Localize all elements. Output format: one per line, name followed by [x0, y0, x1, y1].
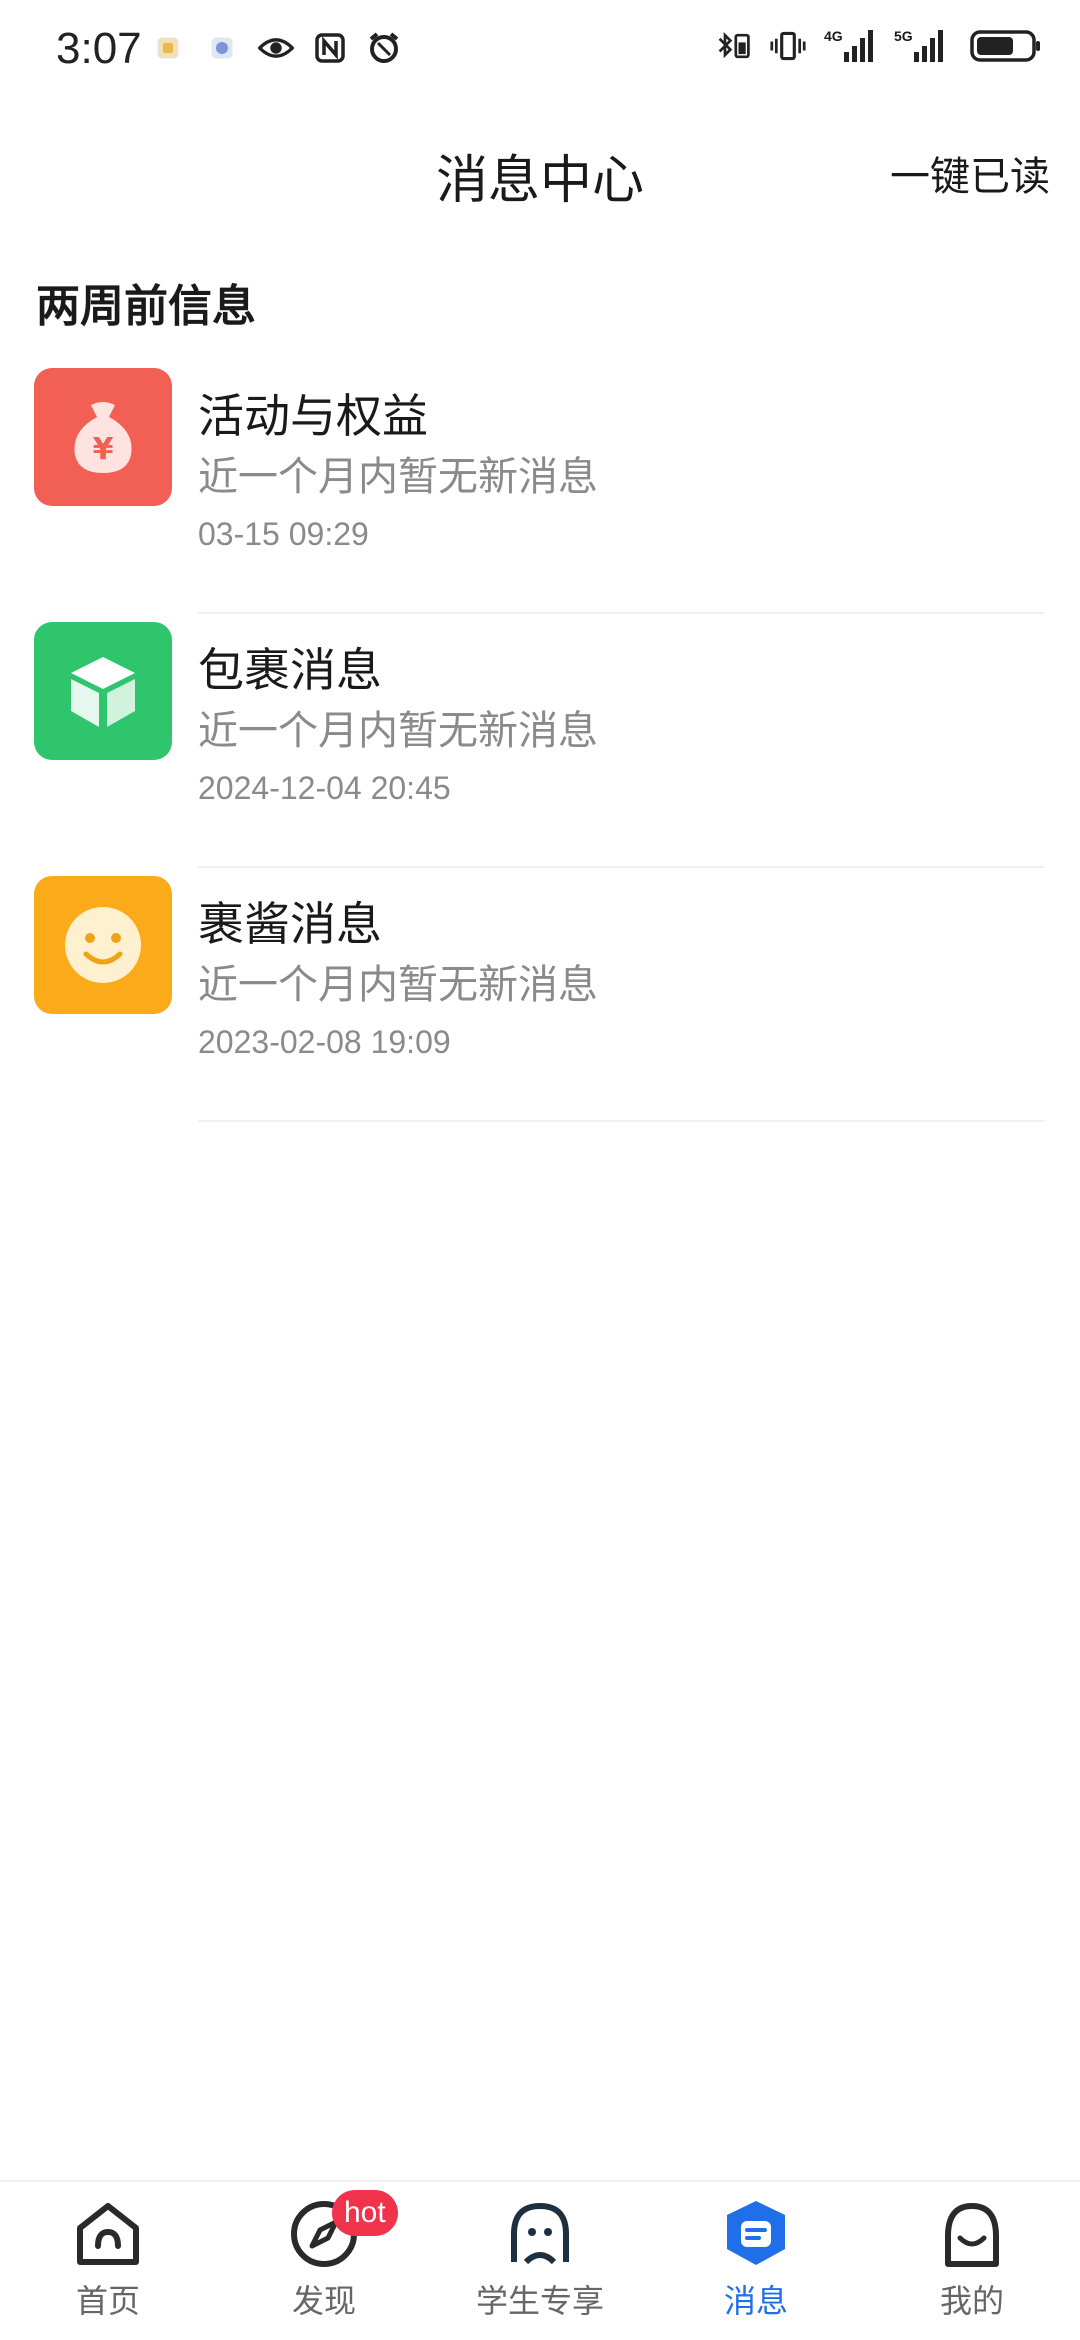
nfc-icon — [312, 30, 348, 66]
battery-icon — [970, 28, 1042, 64]
student-icon — [502, 2196, 578, 2272]
message-item-package[interactable]: 包裹消息 近一个月内暂无新消息 2024-12-04 20:45 — [0, 614, 1080, 868]
nav-label: 消息 — [723, 2282, 788, 2320]
status-right-icons: 4G 5G — [716, 28, 1042, 64]
bluetooth-icon — [716, 28, 752, 64]
message-item-activity[interactable]: ¥ 活动与权益 近一个月内暂无新消息 03-15 09:29 — [0, 360, 1080, 614]
home-icon — [70, 2196, 146, 2272]
nav-label: 学生专享 — [475, 2282, 604, 2320]
nav-item-student[interactable]: 学生专享 — [432, 2182, 648, 2340]
alarm-icon — [366, 30, 402, 66]
message-subtitle: 近一个月内暂无新消息 — [198, 708, 598, 754]
signal-4g-icon: 4G — [824, 28, 876, 64]
message-item-guojiang[interactable]: 裹酱消息 近一个月内暂无新消息 2023-02-08 19:09 — [0, 868, 1080, 1122]
message-time: 03-15 09:29 — [198, 516, 369, 552]
status-bar: 3:07 4G 5G — [0, 0, 1080, 108]
message-time: 2024-12-04 20:45 — [198, 770, 451, 806]
nav-item-discover[interactable]: hot 发现 — [216, 2182, 432, 2340]
app-notification-icon — [204, 30, 240, 66]
message-icon — [718, 2196, 794, 2272]
nav-item-messages[interactable]: 消息 — [648, 2182, 864, 2340]
message-subtitle: 近一个月内暂无新消息 — [198, 454, 598, 500]
message-list: ¥ 活动与权益 近一个月内暂无新消息 03-15 09:29 包裹消息 近一个月… — [0, 360, 1080, 1122]
bottom-nav: 首页 hot 发现 学生专享 消息 我的 — [0, 2180, 1080, 2340]
profile-icon — [934, 2196, 1010, 2272]
nav-item-home[interactable]: 首页 — [0, 2182, 216, 2340]
nav-label: 发现 — [291, 2282, 356, 2320]
signal-5g-icon: 5G — [894, 28, 952, 64]
mark-all-read-button[interactable]: 一键已读 — [890, 144, 1050, 202]
vibrate-icon — [770, 28, 806, 64]
nav-item-profile[interactable]: 我的 — [864, 2182, 1080, 2340]
nav-label: 首页 — [75, 2282, 140, 2320]
message-time: 2023-02-08 19:09 — [198, 1024, 451, 1060]
message-title: 裹酱消息 — [198, 897, 382, 951]
sim-card-icon — [150, 30, 186, 66]
eye-icon — [258, 30, 294, 66]
message-subtitle: 近一个月内暂无新消息 — [198, 962, 598, 1008]
header: 消息中心 一键已读 — [0, 108, 1080, 228]
section-title: 两周前信息 — [36, 281, 256, 332]
message-title: 包裹消息 — [198, 643, 382, 697]
status-time: 3:07 — [56, 24, 142, 73]
smiley-face-icon — [34, 876, 172, 1014]
status-left-icons — [150, 30, 402, 66]
nav-label: 我的 — [939, 2282, 1004, 2320]
package-box-icon — [34, 622, 172, 760]
message-title: 活动与权益 — [198, 389, 428, 443]
svg-text:¥: ¥ — [93, 432, 114, 467]
hot-badge: hot — [332, 2190, 398, 2236]
money-bag-icon: ¥ — [34, 368, 172, 506]
divider — [198, 1120, 1044, 1122]
